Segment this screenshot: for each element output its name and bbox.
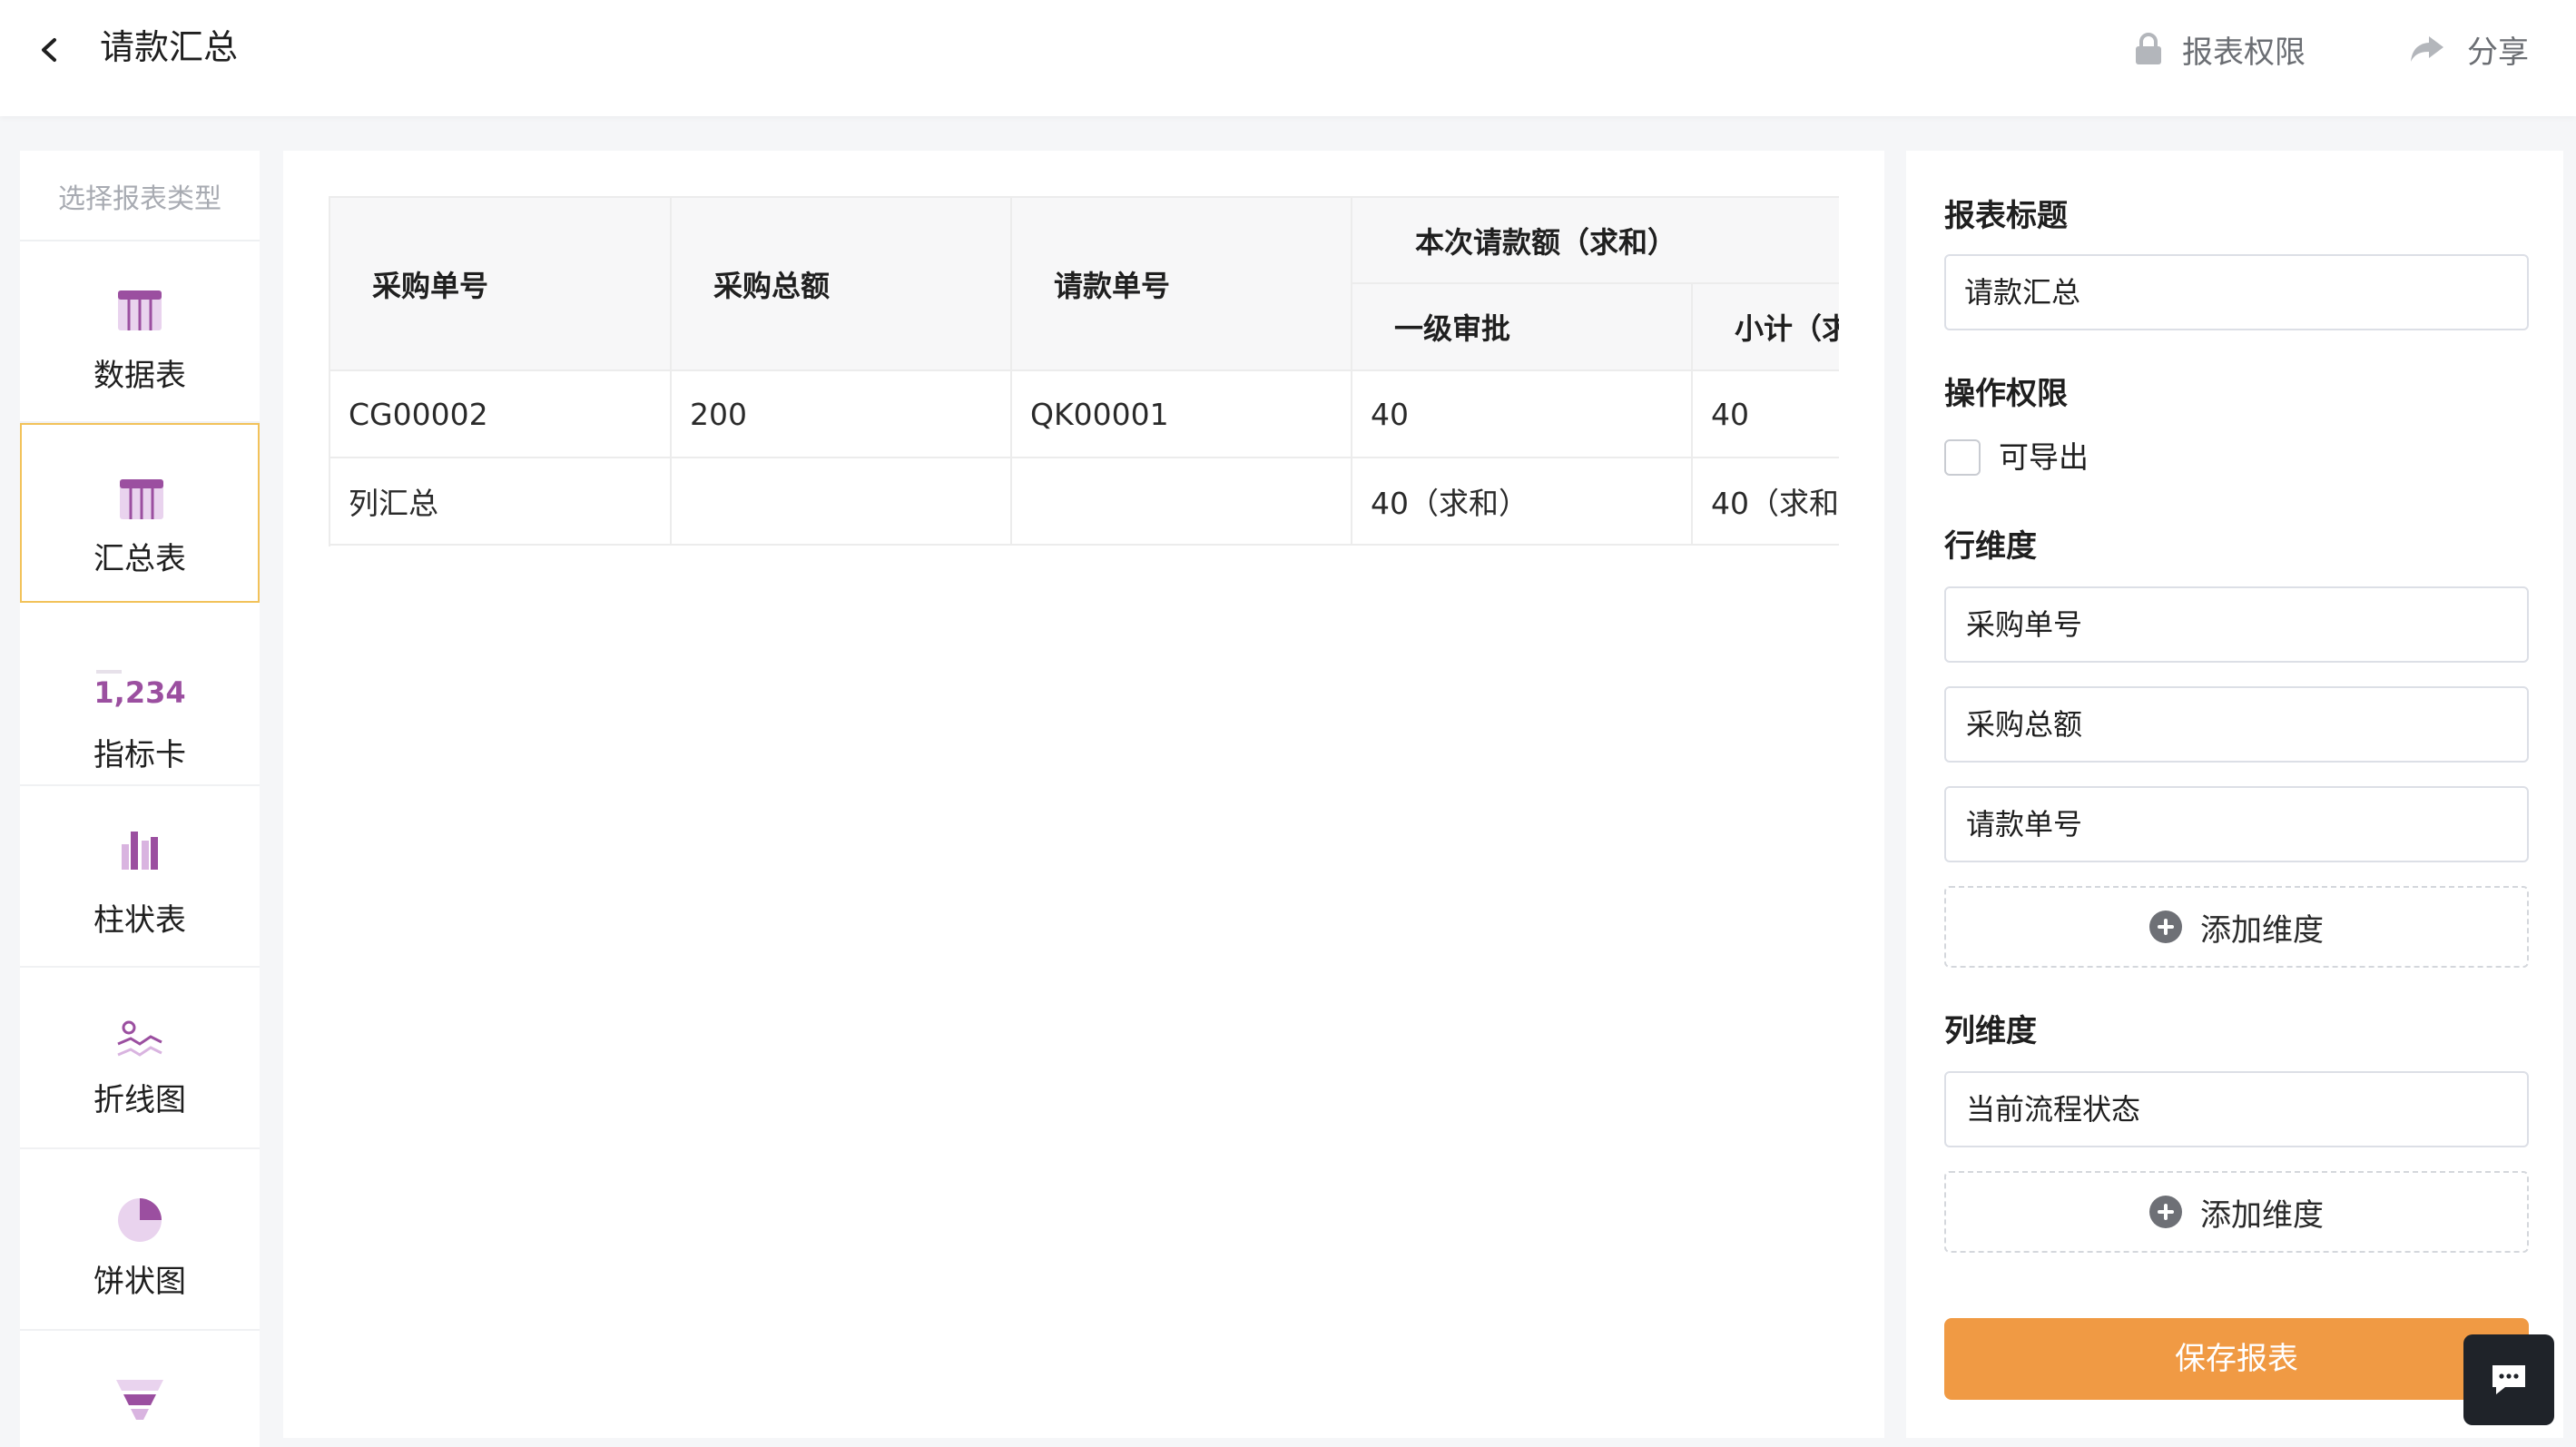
type-label: 漏斗图: [20, 1438, 260, 1447]
table-cell: 40（求和）: [1692, 458, 1839, 546]
share-label: 分享: [2467, 34, 2529, 71]
report-permission-label: 报表权限: [2182, 34, 2306, 71]
row-dimension-item[interactable]: 请款单号: [1944, 786, 2529, 862]
plus-circle-icon: [2149, 911, 2182, 943]
type-item-bar-chart[interactable]: 柱状表: [20, 788, 260, 968]
table-icon: [118, 290, 162, 330]
type-item-funnel-chart[interactable]: 漏斗图: [20, 1333, 260, 1447]
report-config-panel: 报表标题 请款汇总 操作权限 可导出 行维度 采购单号 采购总额 请款单号 添加…: [1906, 151, 2563, 1438]
type-item-pie-chart[interactable]: 饼状图: [20, 1151, 260, 1331]
header-group-label: 本次请款额（求和）: [1415, 224, 1677, 260]
header-subtotal[interactable]: 小计（求和）: [1692, 283, 1839, 371]
row-dimension-item[interactable]: 采购总额: [1944, 686, 2529, 763]
line-chart-icon: [117, 1020, 162, 1057]
chat-button[interactable]: [2463, 1334, 2554, 1425]
top-header: 请款汇总 报表权限 分享: [0, 0, 2576, 116]
lock-icon: [2136, 33, 2161, 64]
type-item-data-table[interactable]: 数据表: [20, 243, 260, 423]
table-row: CG00002 200 QK00001 40 40: [330, 370, 1839, 458]
header-request-no[interactable]: 请款单号: [1011, 198, 1352, 371]
report-preview-panel: 采购单号 采购总额 请款单号 本次请款额（求和） 一级审批 小计（求和） CG0…: [283, 151, 1884, 1438]
summary-table-icon: [120, 479, 163, 519]
type-label: 折线图: [93, 1082, 186, 1118]
report-permission-button[interactable]: 报表权限: [2133, 24, 2306, 74]
header-group-request-amount[interactable]: 本次请款额（求和）: [1352, 198, 1839, 284]
table-cell: 40: [1692, 370, 1839, 458]
table-cell: [1011, 458, 1352, 546]
table-cell: 列汇总: [330, 458, 672, 546]
add-column-dimension-button[interactable]: 添加维度: [1944, 1171, 2529, 1253]
pie-chart-icon: [118, 1198, 162, 1242]
plus-circle-icon: [2149, 1196, 2182, 1228]
bar-chart-icon: [122, 832, 158, 870]
type-item-line-chart[interactable]: 折线图: [20, 970, 260, 1149]
chevron-left-icon: [42, 38, 56, 62]
table-cell: QK00001: [1011, 370, 1352, 458]
back-button[interactable]: [27, 27, 73, 73]
share-button[interactable]: 分享: [2409, 24, 2529, 74]
row-dimension-label: 行维度: [1944, 528, 2037, 565]
sidebar-title: 选择报表类型: [20, 151, 260, 241]
add-dimension-label: 添加维度: [2200, 911, 2324, 949]
header-first-approval[interactable]: 一级审批: [1352, 283, 1693, 371]
operation-permission-label: 操作权限: [1944, 376, 2068, 412]
row-dimension-item[interactable]: 采购单号: [1944, 586, 2529, 663]
type-label: 汇总表: [93, 541, 186, 577]
table-cell: 200: [671, 370, 1012, 458]
funnel-chart-icon: [116, 1380, 163, 1420]
report-title-input[interactable]: 请款汇总: [1944, 254, 2529, 330]
header-purchase-no[interactable]: 采购单号: [330, 198, 672, 371]
chat-bubble-icon: [2492, 1365, 2525, 1394]
type-label: 指标卡: [93, 737, 186, 773]
type-label: 柱状表: [93, 902, 186, 939]
add-row-dimension-button[interactable]: 添加维度: [1944, 886, 2529, 968]
report-title-label: 报表标题: [1944, 198, 2068, 234]
column-dimension-label: 列维度: [1944, 1013, 2037, 1049]
type-item-metric-card[interactable]: 1,234 指标卡: [20, 605, 260, 786]
table-row-total: 列汇总 40（求和） 40（求和）: [330, 458, 1839, 546]
export-label: 可导出: [1999, 439, 2089, 475]
table-cell: [671, 458, 1012, 546]
add-dimension-label: 添加维度: [2200, 1196, 2324, 1234]
column-dimension-item[interactable]: 当前流程状态: [1944, 1071, 2529, 1147]
type-item-summary-table[interactable]: 汇总表: [20, 423, 260, 603]
type-label: 数据表: [93, 358, 186, 394]
save-report-button[interactable]: 保存报表: [1944, 1318, 2529, 1400]
table-cell: 40: [1352, 370, 1693, 458]
summary-table: 采购单号 采购总额 请款单号 本次请款额（求和） 一级审批 小计（求和） CG0…: [329, 196, 1839, 546]
metric-card-icon: 1,234: [93, 675, 186, 710]
table-cell: 40（求和）: [1352, 458, 1693, 546]
share-arrow-icon: [2411, 36, 2443, 62]
type-label: 饼状图: [93, 1264, 186, 1300]
page-title: 请款汇总: [100, 27, 239, 67]
table-cell: CG00002: [330, 370, 672, 458]
export-checkbox[interactable]: [1944, 439, 1981, 476]
report-type-sidebar: 选择报表类型 数据表 汇总表 1,234 指标卡 柱状表 折线图 饼状图: [20, 151, 260, 1447]
header-purchase-total[interactable]: 采购总额: [671, 198, 1012, 371]
metric-card-line: [96, 670, 122, 674]
